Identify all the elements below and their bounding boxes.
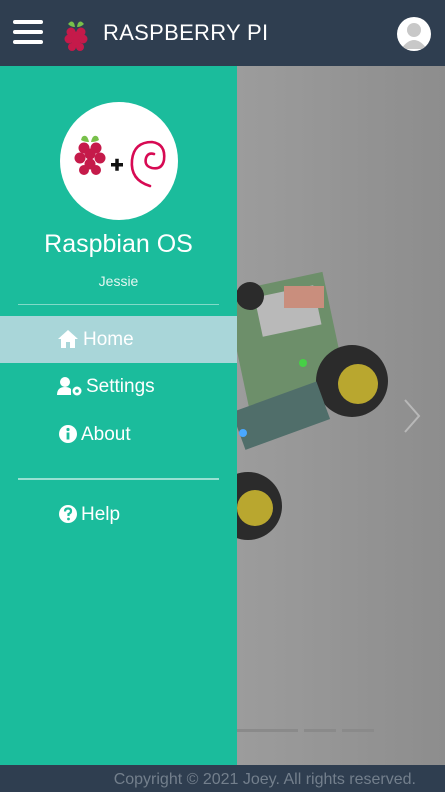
user-avatar-icon <box>401 23 427 49</box>
nav-item-settings[interactable]: Settings <box>0 363 237 410</box>
nav-item-label: Home <box>83 329 134 350</box>
raspberry-icon <box>64 21 88 51</box>
chevron-right-icon <box>404 399 421 433</box>
info-circle-icon <box>59 425 77 443</box>
carousel-indicator[interactable] <box>237 729 269 732</box>
os-logo <box>60 102 178 220</box>
drawer-divider <box>18 304 219 305</box>
nav-item-about[interactable]: About <box>0 411 237 458</box>
nav-item-label: Settings <box>86 376 155 397</box>
drawer-divider <box>18 478 219 480</box>
plus-icon <box>111 158 123 171</box>
top-navbar: RASPBERRY PI <box>0 0 445 66</box>
nav-item-label: About <box>81 424 131 445</box>
question-circle-icon <box>59 505 77 523</box>
os-version: Jessie <box>98 273 139 289</box>
app-title: RASPBERRY PI <box>103 20 269 45</box>
side-drawer: Raspbian OS Jessie Home Settings About H… <box>0 66 237 765</box>
nav-item-help[interactable]: Help <box>0 491 237 538</box>
carousel-next-button[interactable] <box>397 396 427 436</box>
users-cog-icon <box>57 377 82 396</box>
copyright-text: Copyright © 2021 Joey. All rights reserv… <box>113 771 416 788</box>
home-icon <box>58 330 78 348</box>
nav-item-label: Help <box>81 504 121 525</box>
hamburger-icon[interactable] <box>13 20 43 46</box>
user-avatar-button[interactable] <box>397 17 431 51</box>
carousel-indicator[interactable] <box>342 729 374 732</box>
footer: Copyright © 2021 Joey. All rights reserv… <box>0 765 445 792</box>
carousel-indicator[interactable] <box>304 729 336 732</box>
raspberry-icon <box>74 135 106 175</box>
carousel-indicator[interactable] <box>266 729 298 732</box>
debian-swirl-icon <box>130 140 166 188</box>
os-name: Raspbian OS <box>44 230 193 258</box>
nav-item-home[interactable]: Home <box>0 316 237 363</box>
